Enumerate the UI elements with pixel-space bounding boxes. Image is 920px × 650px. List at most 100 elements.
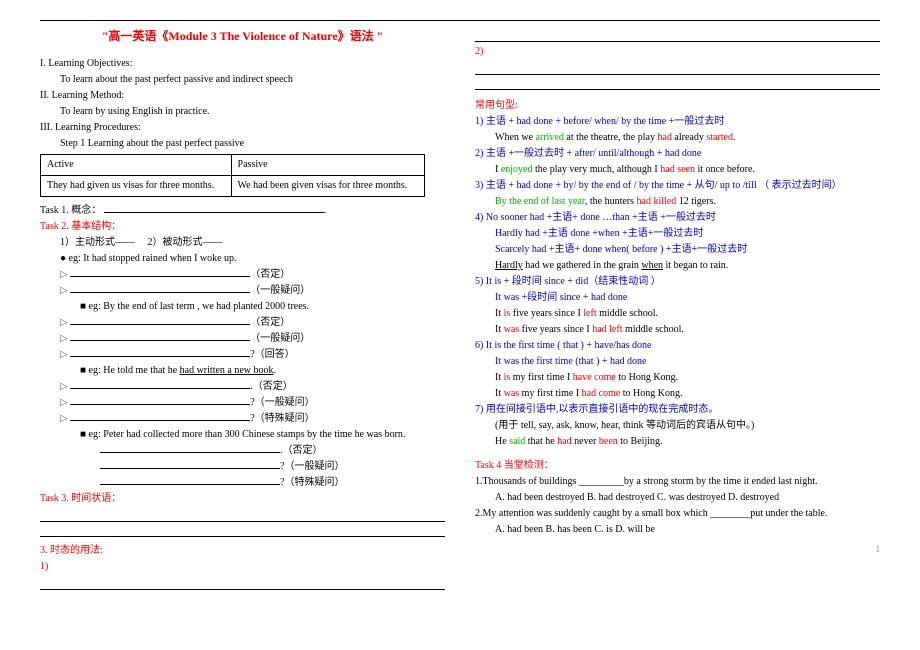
blank-line bbox=[475, 62, 880, 75]
t: had come bbox=[582, 388, 621, 399]
passive-form: 2）被动形式—— bbox=[148, 237, 223, 248]
pat-2-eg: I enjoyed the play very much, although I… bbox=[475, 162, 880, 178]
t: that he bbox=[525, 436, 557, 447]
pat-6d: It was my first time I had come to Hong … bbox=[475, 386, 880, 402]
eg2-text: eg: By the end of last term , we had pla… bbox=[89, 301, 310, 312]
eg3-s-label: ?（特殊疑问） bbox=[250, 413, 314, 424]
t: had killed bbox=[637, 196, 677, 207]
pat-5d: It was five years since I had left middl… bbox=[475, 322, 880, 338]
t: Hardly bbox=[495, 260, 523, 271]
method-title: II. Learning Method: bbox=[40, 88, 445, 104]
t: to Beijing. bbox=[618, 436, 663, 447]
blank bbox=[70, 340, 250, 341]
blank bbox=[70, 356, 250, 357]
t: arrived bbox=[536, 132, 564, 143]
t: middle school. bbox=[597, 308, 658, 319]
eg4-s-label: ?（特殊疑问） bbox=[280, 477, 344, 488]
eg3-b: . bbox=[274, 365, 277, 376]
t: was bbox=[504, 324, 520, 335]
eg4-s: ?（特殊疑问） bbox=[40, 475, 445, 491]
t: it once before. bbox=[695, 164, 755, 175]
eg3-q-label: ?（一般疑问） bbox=[250, 397, 314, 408]
step-1: Step 1 Learning about the past perfect p… bbox=[40, 136, 445, 152]
task-3: Task 3. 时间状语： bbox=[40, 491, 445, 507]
objectives-text: To learn about the past perfect passive … bbox=[40, 72, 445, 88]
blank-line bbox=[475, 29, 880, 42]
t: middle school. bbox=[622, 324, 683, 335]
eg2-neg-label: （否定） bbox=[250, 317, 290, 328]
task-1-label: Task 1. 概念： bbox=[40, 205, 101, 216]
eg4-neg: .（否定） bbox=[40, 443, 445, 459]
t: By the end of last year bbox=[495, 196, 585, 207]
t: five years since I bbox=[510, 308, 583, 319]
eg4-q-label: ?（一般疑问） bbox=[280, 461, 344, 472]
t: the play very much, although I bbox=[533, 164, 661, 175]
eg3-q: ?（一般疑问） bbox=[40, 395, 445, 411]
t: at the theatre, the play bbox=[564, 132, 658, 143]
t: was bbox=[504, 388, 520, 399]
t: , the hunters bbox=[585, 196, 637, 207]
blank-line bbox=[475, 77, 880, 90]
doc-title: "高一英语《Module 3 The Violence of Nature》语法… bbox=[40, 27, 445, 46]
t: said bbox=[509, 436, 525, 447]
eg1-neg: （否定） bbox=[40, 267, 445, 283]
usage-title: 3. 时态的用法: bbox=[40, 543, 445, 559]
table-head-passive: Passive bbox=[231, 155, 424, 176]
two-column-layout: "高一英语《Module 3 The Violence of Nature》语法… bbox=[40, 27, 880, 592]
task-1: Task 1. 概念： . bbox=[40, 203, 445, 219]
pat-2: 2) 主语 +一般过去时 + after/ until/although + h… bbox=[475, 146, 880, 162]
eg2-a: ?（回答） bbox=[40, 347, 445, 363]
blank bbox=[100, 468, 280, 469]
pat-6a: 6) It is the first time ( that ) + have/… bbox=[475, 338, 880, 354]
t: my first time I bbox=[510, 372, 573, 383]
t: to Hong Kong. bbox=[620, 388, 682, 399]
eg2-a-label: ?（回答） bbox=[250, 349, 294, 360]
pat-6b: It was the first time (that ) + had done bbox=[475, 354, 880, 370]
t: . bbox=[733, 132, 736, 143]
t: He bbox=[495, 436, 509, 447]
t: had we gathered in the grain bbox=[523, 260, 642, 271]
t: had bbox=[557, 436, 571, 447]
t: started bbox=[706, 132, 733, 143]
pat-4a: 4) No sooner had +主语+ done …than +主语 +一般… bbox=[475, 210, 880, 226]
pat-7b: (用于 tell, say, ask, know, hear, think 等动… bbox=[475, 418, 880, 434]
blank bbox=[70, 420, 250, 421]
task-1-blank bbox=[104, 212, 324, 213]
task-4: Task 4 当堂检测： bbox=[475, 458, 880, 474]
pat-5c: It is five years since I left middle sch… bbox=[475, 306, 880, 322]
blank bbox=[70, 292, 250, 293]
pat-4-eg: Hardly had we gathered in the grain when… bbox=[475, 258, 880, 274]
t: had bbox=[657, 132, 671, 143]
eg1: eg: It had stopped rained when I woke up… bbox=[40, 251, 445, 267]
table-cell-active: They had given us visas for three months… bbox=[41, 176, 232, 197]
blank bbox=[70, 404, 250, 405]
eg3-u: had written a new book bbox=[180, 365, 274, 376]
eg3-a: eg: He told me that he bbox=[89, 365, 180, 376]
q2-opts: A. had been B. has been C. is D. will be bbox=[475, 522, 880, 538]
eg3-neg: .（否定） bbox=[40, 379, 445, 395]
eg1-neg-label: （否定） bbox=[250, 269, 290, 280]
eg2-neg: （否定） bbox=[40, 315, 445, 331]
eg4-neg-label: .（否定） bbox=[280, 445, 323, 456]
eg1-q-label: （一般疑问） bbox=[250, 285, 310, 296]
q1: 1.Thousands of buildings _________by a s… bbox=[475, 474, 880, 490]
pat-3: 3) 主语 + had done + by/ by the end of / b… bbox=[475, 178, 880, 194]
eg3: eg: He told me that he had written a new… bbox=[40, 363, 445, 379]
active-form: 1）主动形式—— bbox=[60, 237, 135, 248]
t: been bbox=[599, 436, 618, 447]
left-column: "高一英语《Module 3 The Violence of Nature》语法… bbox=[40, 27, 445, 592]
right-column: 2) 常用句型: 1) 主语 + had done + before/ when… bbox=[475, 27, 880, 592]
task-2: Task 2. 基本结构： bbox=[40, 219, 445, 235]
pat-6c: It is my first time I have come to Hong … bbox=[475, 370, 880, 386]
pat-7c: He said that he had never been to Beijin… bbox=[475, 434, 880, 450]
pat-4b: Hardly had +主语 done +when +主语+一般过去时 bbox=[475, 226, 880, 242]
t: five years since I bbox=[519, 324, 592, 335]
t: when bbox=[641, 260, 663, 271]
t: It bbox=[495, 372, 504, 383]
eg3-neg-label: .（否定） bbox=[250, 381, 293, 392]
page-number: 1 bbox=[475, 542, 880, 556]
method-text: To learn by using English in practice. bbox=[40, 104, 445, 120]
t: to Hong Kong. bbox=[616, 372, 678, 383]
eg2-q-label: （一般疑问） bbox=[250, 333, 310, 344]
eg3-s: ?（特殊疑问） bbox=[40, 411, 445, 427]
